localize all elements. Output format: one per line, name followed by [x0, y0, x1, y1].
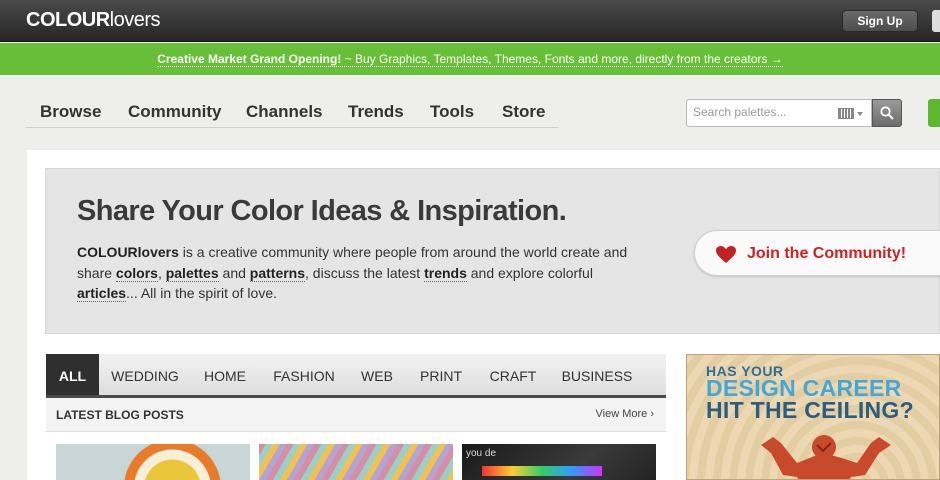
- logo-bold: COLOUR: [26, 9, 110, 31]
- advertisement[interactable]: HAS YOUR DESIGN CAREER HIT THE CEILING?: [686, 354, 940, 480]
- thumbnail-text: you de: [466, 448, 497, 459]
- heart-icon: [716, 246, 736, 263]
- search-button[interactable]: [872, 99, 902, 127]
- tab-all[interactable]: ALL: [46, 354, 99, 395]
- hero-text: ... All in the spirit of love.: [126, 285, 278, 301]
- chevron-down-icon: [857, 112, 863, 116]
- tab-craft[interactable]: CRAFT: [482, 354, 544, 395]
- hero-text: and explore colorful: [466, 264, 593, 281]
- nav-browse[interactable]: Browse: [40, 102, 101, 122]
- sign-up-button[interactable]: Sign Up: [842, 10, 918, 32]
- ad-headline-3: HIT THE CEILING?: [706, 397, 914, 423]
- search-box: [686, 99, 872, 127]
- main-nav: Browse Community Channels Trends Tools S…: [26, 96, 558, 128]
- ad-figure-illustration: [761, 435, 891, 479]
- logo-light: lovers: [109, 9, 161, 31]
- top-bar: COLOURlovers Sign Up: [0, 0, 940, 42]
- palette-type-icon: [838, 108, 854, 119]
- site-logo[interactable]: COLOURlovers: [26, 9, 161, 32]
- brand-name: COLOURlovers: [77, 244, 179, 260]
- search-input[interactable]: [693, 105, 833, 119]
- tab-print[interactable]: PRINT: [412, 354, 470, 395]
- tab-home[interactable]: HOME: [194, 354, 256, 395]
- link-patterns[interactable]: patterns: [249, 264, 306, 282]
- category-tabs: ALL WEDDING HOME FASHION WEB PRINT CRAFT…: [46, 354, 666, 398]
- hero-text: and: [218, 264, 250, 281]
- promo-text: ~ Buy Graphics, Templates, Themes, Fonts…: [341, 52, 783, 66]
- blog-post-thumbnail[interactable]: you de: [462, 444, 656, 480]
- green-action-button-edge[interactable]: [928, 99, 940, 127]
- link-colors[interactable]: colors: [115, 264, 158, 282]
- nav-store[interactable]: Store: [502, 102, 545, 122]
- blog-post-thumbnail[interactable]: [259, 444, 453, 480]
- tab-wedding[interactable]: WEDDING: [101, 354, 189, 395]
- blog-posts-title: LATEST BLOG POSTS: [56, 408, 184, 422]
- promo-banner: Creative Market Grand Opening! ~ Buy Gra…: [0, 43, 940, 75]
- nav-tools[interactable]: Tools: [430, 102, 474, 122]
- join-community-label: Join the Community!: [747, 245, 907, 262]
- promo-highlight: Creative Market Grand Opening!: [157, 52, 342, 66]
- tab-fashion[interactable]: FASHION: [264, 354, 344, 395]
- promo-link[interactable]: Creative Market Grand Opening! ~ Buy Gra…: [157, 52, 783, 67]
- hero-description: COLOURlovers is a creative community whe…: [77, 242, 637, 304]
- login-button-edge[interactable]: [932, 10, 940, 32]
- blog-posts-header: LATEST BLOG POSTS View More ›: [46, 398, 666, 432]
- thumbnail-color-strip: [482, 466, 602, 476]
- nav-trends[interactable]: Trends: [348, 102, 404, 122]
- tab-web[interactable]: WEB: [354, 354, 400, 395]
- blog-post-thumbnail[interactable]: [56, 444, 250, 480]
- search-icon: [880, 106, 894, 120]
- link-palettes[interactable]: palettes: [165, 264, 219, 282]
- nav-community[interactable]: Community: [128, 102, 222, 122]
- nav-channels[interactable]: Channels: [246, 102, 323, 122]
- hero-title: Share Your Color Ideas & Inspiration.: [77, 195, 567, 227]
- view-more-link[interactable]: View More ›: [596, 408, 654, 420]
- hero-text: ,: [157, 264, 166, 281]
- join-community-button[interactable]: Join the Community!: [694, 230, 940, 276]
- link-articles[interactable]: articles: [77, 285, 127, 302]
- link-trends[interactable]: trends: [424, 264, 467, 282]
- tab-business[interactable]: BUSINESS: [556, 354, 638, 395]
- hero-text: , discuss the latest: [305, 264, 425, 281]
- search-type-dropdown[interactable]: [838, 108, 864, 120]
